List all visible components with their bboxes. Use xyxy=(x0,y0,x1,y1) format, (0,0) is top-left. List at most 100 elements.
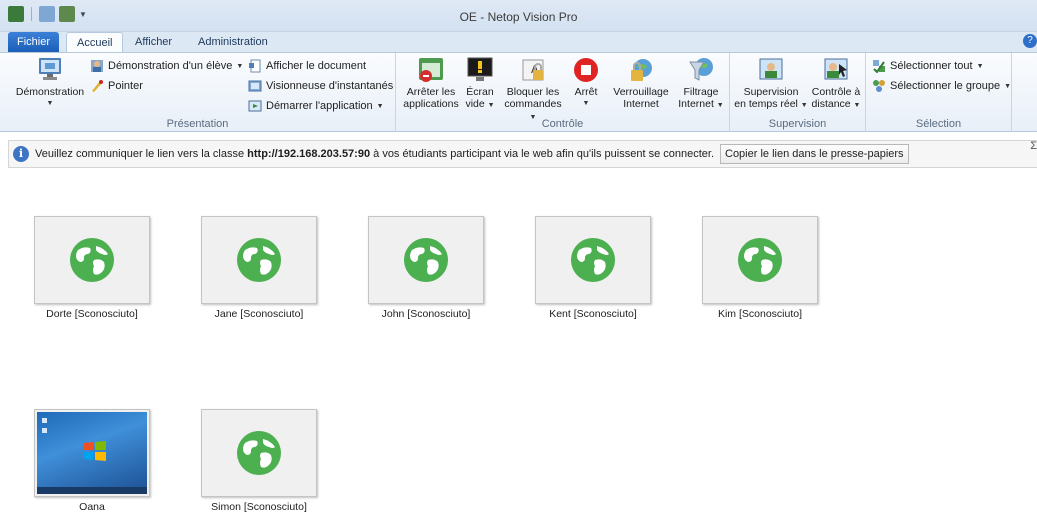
select-group-icon xyxy=(872,79,886,93)
student-tile[interactable]: Kim [Sconosciuto] xyxy=(702,216,818,320)
lock-internet-label-2: Internet xyxy=(623,98,659,110)
window-title: OE - Netop Vision Pro xyxy=(459,10,578,24)
sigma-icon[interactable]: Σ xyxy=(1030,140,1037,152)
blank-screen-label-1: Écran xyxy=(466,86,494,98)
globe-icon xyxy=(237,238,281,282)
windows-logo-icon xyxy=(84,441,106,461)
blank-screen-icon xyxy=(466,56,494,84)
student-demo-label: Démonstration d'un élève xyxy=(108,60,233,72)
group-presentation-label: Présentation xyxy=(166,118,229,130)
student-thumbnail[interactable] xyxy=(34,216,150,304)
info-text-after: à vos étudiants participant via le web a… xyxy=(373,148,714,160)
globe-icon xyxy=(404,238,448,282)
stop-applications-label-2: applications xyxy=(403,98,459,110)
remote-control-icon xyxy=(822,56,850,84)
select-all-label: Sélectionner tout xyxy=(890,60,973,72)
student-thumbnail[interactable] xyxy=(702,216,818,304)
student-name: Dorte [Sconosciuto] xyxy=(46,308,138,320)
select-group-button[interactable]: Sélectionner le groupe ▼ xyxy=(872,79,1011,93)
student-thumbnail[interactable] xyxy=(535,216,651,304)
group-supervision-label: Supervision xyxy=(768,118,827,130)
student-thumbnail[interactable] xyxy=(34,409,150,497)
demonstration-icon xyxy=(36,56,64,84)
remote-control-label-1: Contrôle à xyxy=(811,86,861,98)
tab-administration[interactable]: Administration xyxy=(188,32,278,52)
globe-icon xyxy=(70,238,114,282)
student-tile[interactable]: Jane [Sconosciuto] xyxy=(201,216,317,320)
realtime-supervision-label-2: en temps réel xyxy=(734,98,798,110)
student-tile[interactable]: Oana xyxy=(34,409,150,513)
blank-screen-dropdown-icon[interactable]: ▼ xyxy=(488,102,495,109)
student-tile[interactable]: Dorte [Sconosciuto] xyxy=(34,216,150,320)
copy-link-button[interactable]: Copier le lien dans le presse-papiers xyxy=(720,144,909,164)
classroom-link: http://192.168.203.57:90 xyxy=(247,148,371,160)
start-application-icon xyxy=(248,99,262,113)
lock-internet-button[interactable]: Verrouillage Internet xyxy=(608,56,674,110)
group-selection: Sélectionner tout ▼ Sélectionner le grou… xyxy=(866,53,1012,132)
remote-control-dropdown-icon[interactable]: ▼ xyxy=(854,102,861,109)
shutdown-button[interactable]: Arrêt ▼ xyxy=(566,56,606,110)
info-bar: i Veuillez communiquer le lien vers la c… xyxy=(8,140,1037,168)
student-tile[interactable]: Kent [Sconosciuto] xyxy=(535,216,651,320)
select-all-icon xyxy=(872,59,886,74)
snapshot-viewer-button[interactable]: Visionneuse d'instantanés xyxy=(248,79,393,93)
start-application-dropdown-icon[interactable]: ▼ xyxy=(377,103,384,110)
start-application-button[interactable]: Démarrer l'application ▼ xyxy=(248,99,384,113)
shutdown-dropdown-icon[interactable]: ▼ xyxy=(566,98,606,110)
shutdown-label: Arrêt xyxy=(574,86,598,98)
help-icon[interactable]: ? xyxy=(1023,34,1037,48)
ribbon: Démonstration ▼ Démonstration d'un élève… xyxy=(0,52,1037,132)
tab-home[interactable]: Accueil xyxy=(66,32,124,53)
realtime-supervision-dropdown-icon[interactable]: ▼ xyxy=(801,102,808,109)
title-bar: ▼ OE - Netop Vision Pro xyxy=(0,0,1037,32)
tab-view[interactable]: Afficher xyxy=(125,32,182,52)
remote-control-button[interactable]: Contrôle à distance ▼ xyxy=(808,56,864,112)
stop-applications-icon xyxy=(417,56,445,84)
demonstration-button[interactable]: Démonstration ▼ xyxy=(10,56,90,110)
ribbon-tab-row: Fichier Accueil Afficher Administration xyxy=(0,32,1037,53)
select-group-dropdown-icon[interactable]: ▼ xyxy=(1004,83,1011,90)
select-all-button[interactable]: Sélectionner tout ▼ xyxy=(872,59,984,74)
lock-commands-button[interactable]: A Bloquer les commandes ▼ xyxy=(500,56,566,124)
pointer-icon xyxy=(90,79,104,93)
filter-internet-label-2: Internet xyxy=(678,98,714,110)
student-name: Jane [Sconosciuto] xyxy=(214,308,304,320)
blank-screen-label-2: vide xyxy=(465,98,485,110)
select-group-label: Sélectionner le groupe xyxy=(890,80,1001,92)
student-tile[interactable]: John [Sconosciuto] xyxy=(368,216,484,320)
select-all-dropdown-icon[interactable]: ▼ xyxy=(977,63,984,70)
realtime-supervision-label-1: Supervision xyxy=(743,86,799,98)
student-name: Kim [Sconosciuto] xyxy=(717,308,803,320)
student-demo-dropdown-icon[interactable]: ▼ xyxy=(236,63,243,70)
tab-file[interactable]: Fichier xyxy=(8,32,60,52)
start-application-label: Démarrer l'application xyxy=(266,100,373,112)
realtime-supervision-icon xyxy=(757,56,785,84)
group-supervision: Supervision en temps réel ▼ Contrôle à d… xyxy=(730,53,866,132)
filter-internet-button[interactable]: Filtrage Internet ▼ xyxy=(674,56,728,112)
pointer-button[interactable]: Pointer xyxy=(90,79,143,93)
student-tile[interactable]: Simon [Sconosciuto] xyxy=(201,409,317,513)
student-demo-button[interactable]: Démonstration d'un élève ▼ xyxy=(90,59,243,73)
group-control: Arrêter les applications Écran vide ▼ A … xyxy=(396,53,730,132)
stop-applications-button[interactable]: Arrêter les applications xyxy=(400,56,462,110)
student-thumbnail[interactable] xyxy=(201,216,317,304)
lock-internet-label-1: Verrouillage xyxy=(613,86,669,98)
student-name: Oana xyxy=(79,501,105,513)
group-presentation: Démonstration ▼ Démonstration d'un élève… xyxy=(0,53,396,132)
filter-internet-dropdown-icon[interactable]: ▼ xyxy=(717,102,724,109)
group-control-label: Contrôle xyxy=(541,118,584,130)
info-icon: i xyxy=(13,146,29,162)
student-thumbnail[interactable] xyxy=(201,409,317,497)
show-document-button[interactable]: Afficher le document xyxy=(248,59,366,73)
demonstration-dropdown-icon[interactable]: ▼ xyxy=(10,98,90,110)
student-demo-icon xyxy=(90,59,104,73)
lock-commands-label-2: commandes xyxy=(504,98,562,110)
stop-icon xyxy=(572,56,600,84)
desktop-screenshot xyxy=(37,412,147,494)
blank-screen-button[interactable]: Écran vide ▼ xyxy=(462,56,498,112)
student-name: John [Sconosciuto] xyxy=(381,308,471,320)
snapshot-viewer-icon xyxy=(248,79,262,93)
realtime-supervision-button[interactable]: Supervision en temps réel ▼ xyxy=(734,56,808,112)
student-thumbnail[interactable] xyxy=(368,216,484,304)
lock-commands-icon: A xyxy=(519,56,547,84)
